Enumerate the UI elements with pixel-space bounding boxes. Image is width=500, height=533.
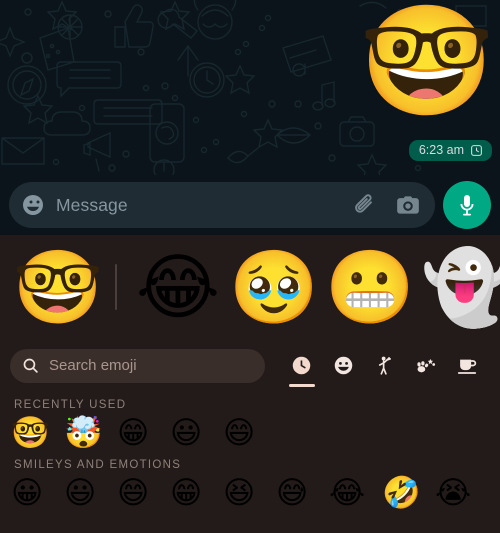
emoji-suggestion-row: 🤓 😂 🥹 😬 👻 (0, 235, 500, 338)
chat-message-area: 🤓 6:23 am (0, 0, 500, 175)
emoji-cell[interactable]: 😁 (117, 413, 170, 453)
cup-saucer-icon (458, 359, 477, 374)
emoji-cell[interactable]: 😭 (435, 473, 488, 513)
search-icon (23, 358, 38, 373)
emoji-category-tabs (269, 338, 488, 393)
emoji-cell[interactable]: 😁 (170, 473, 223, 513)
search-placeholder: Search emoji (49, 357, 137, 374)
clock-icon (292, 356, 311, 375)
emoji-cell[interactable]: 😅 (276, 473, 329, 513)
emoji-search-and-tabs: Search emoji (0, 338, 500, 393)
message-input-field[interactable]: Message (9, 182, 435, 228)
person-waving-icon (378, 356, 391, 375)
emoji-cell[interactable]: 😆 (223, 473, 276, 513)
smiley-icon (334, 356, 352, 375)
emoji-tab-animals-nature[interactable] (406, 338, 446, 393)
sent-emoji-message[interactable]: 🤓 (360, 8, 494, 116)
message-placeholder: Message (56, 194, 128, 215)
emoji-cell[interactable]: 🤯 (64, 413, 117, 453)
emoji-cell[interactable]: 🤣 (382, 473, 435, 513)
emoji-tab-recent[interactable] (282, 338, 322, 393)
suggested-emoji[interactable]: 🤓 (10, 251, 106, 323)
voice-record-button[interactable] (443, 181, 491, 229)
message-timestamp-bubble: 6:23 am (408, 140, 492, 161)
emoji-cell[interactable]: 😄 (117, 473, 170, 513)
camera-icon[interactable] (395, 192, 421, 218)
microphone-icon (460, 195, 474, 216)
emoji-picker-panel: 🤓 😂 🥹 😬 👻 Search emoji RECENTLY USED 🤓 🤯… (0, 235, 500, 533)
emoji-grid-smileys-and-emotions: 😀 😃 😄 😁 😆 😅 😂 🤣 😭 (0, 473, 500, 513)
paperclip-icon[interactable] (352, 192, 378, 218)
message-input-bar: Message (0, 175, 500, 235)
emoji-tab-people[interactable] (364, 338, 404, 393)
paw-flower-icon (417, 358, 435, 372)
section-title-smileys-and-emotions: SMILEYS AND EMOTIONS (14, 459, 182, 471)
timestamp-text: 6:23 am (418, 143, 464, 157)
smiley-icon[interactable] (21, 193, 45, 217)
suggested-emoji[interactable]: 😂 (130, 251, 226, 323)
emoji-cell[interactable]: 😂 (329, 473, 382, 513)
emoji-grid-recently-used: 🤓 🤯 😁 😃 😄 (0, 413, 500, 453)
section-title-recently-used: RECENTLY USED (14, 399, 127, 411)
emoji-cell[interactable]: 🤓 (11, 413, 64, 453)
emoji-tab-food-drink[interactable] (447, 338, 487, 393)
suggested-emoji[interactable]: 😬 (322, 251, 418, 323)
suggested-emoji[interactable]: 👻 (418, 251, 500, 323)
emoji-tab-smileys[interactable] (323, 338, 363, 393)
clock-icon (471, 144, 482, 156)
active-tab-indicator (288, 384, 315, 387)
emoji-cell[interactable]: 😃 (64, 473, 117, 513)
suggestion-divider (115, 263, 117, 310)
emoji-cell[interactable]: 😄 (223, 413, 276, 453)
whatsapp-chat-screen: 🤓 6:23 am Message 🤓 😂 🥹 😬 👻 Search emoji… (0, 0, 500, 533)
emoji-cell[interactable]: 😀 (11, 473, 64, 513)
emoji-cell[interactable]: 😃 (170, 413, 223, 453)
suggested-emoji[interactable]: 🥹 (226, 251, 322, 323)
search-input[interactable]: Search emoji (10, 348, 265, 383)
